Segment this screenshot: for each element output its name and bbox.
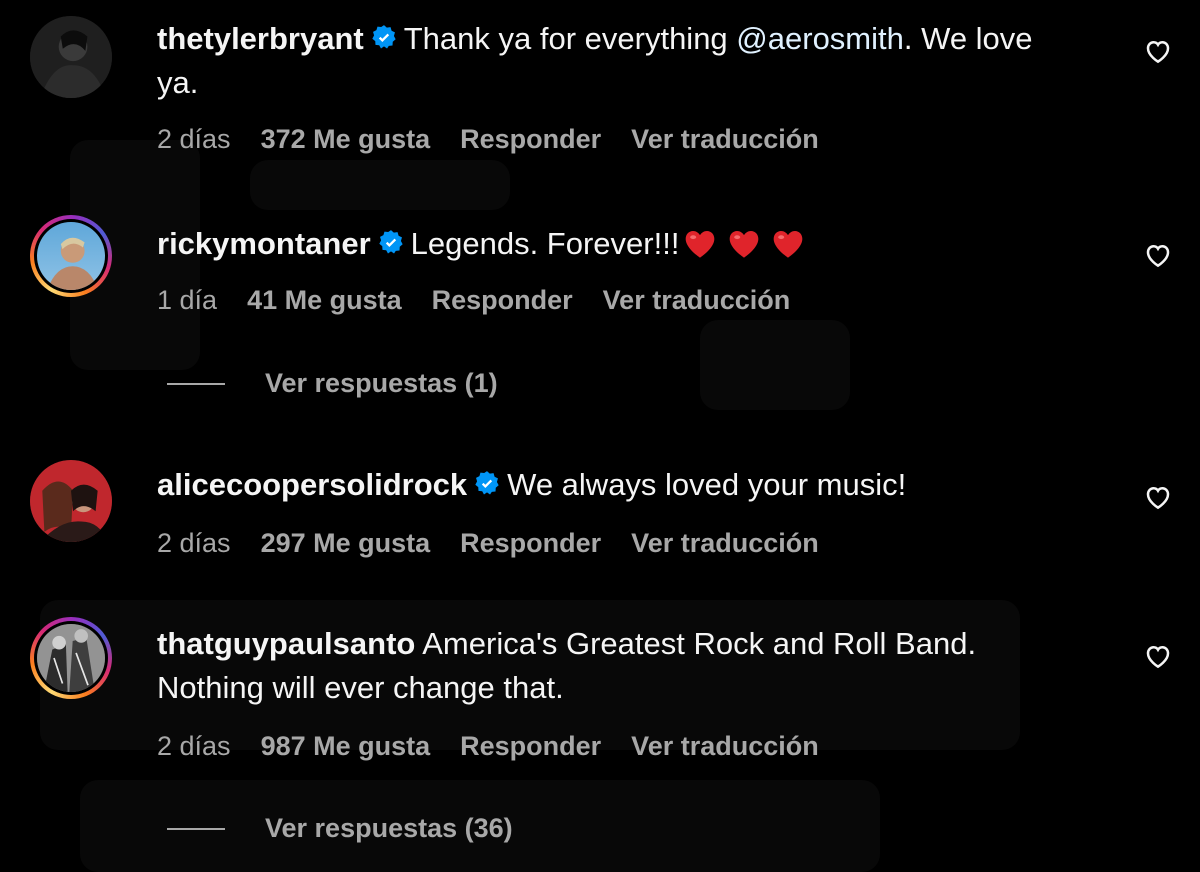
avatar-photo [30,460,112,542]
reply-button[interactable]: Responder [460,124,601,155]
comment-body: Legends. Forever!!! [410,226,680,261]
comment-meta: 2 días 372 Me gusta Responder Ver traduc… [157,124,819,155]
likes-count[interactable]: 297 Me gusta [261,528,431,559]
comment-text: thetylerbryant Thank ya for everything @a… [157,17,1057,105]
heart-outline-icon[interactable] [1143,240,1173,270]
view-replies-label: Ver respuestas (36) [265,813,513,843]
comment-time: 2 días [157,528,231,558]
comment-username[interactable]: thatguypaulsanto [157,626,415,661]
comment-body: Thank ya for everything [403,21,737,56]
avatar-photo [37,624,105,692]
translate-button[interactable]: Ver traducción [631,731,819,762]
replies-divider [167,382,225,385]
comment-username[interactable]: alicecoopersolidrock [157,467,467,502]
view-replies-label: Ver respuestas (1) [265,368,498,398]
comment-meta: 1 día 41 Me gusta Responder Ver traducci… [157,285,790,316]
likes-count[interactable]: 987 Me gusta [261,731,431,762]
replies-divider [167,827,225,830]
red-heart-icon [686,231,715,258]
avatar[interactable] [30,215,112,297]
avatar[interactable] [30,16,112,98]
avatar-photo [37,222,105,290]
verified-badge-icon [372,25,396,49]
likes-count[interactable]: 372 Me gusta [261,124,431,155]
red-heart-icon [774,231,803,258]
reply-button[interactable]: Responder [460,731,601,762]
heart-outline-icon[interactable] [1143,36,1173,66]
comment-body: We always loved your music! [507,467,907,502]
comment-text: thatguypaulsanto America's Greatest Rock… [157,622,1057,710]
comment-meta: 2 días 987 Me gusta Responder Ver traduc… [157,731,819,762]
avatar-photo [30,16,112,98]
comment-meta: 2 días 297 Me gusta Responder Ver traduc… [157,528,819,559]
comment-username[interactable]: thetylerbryant [157,21,364,56]
reply-button[interactable]: Responder [432,285,573,316]
heart-outline-icon[interactable] [1143,482,1173,512]
comment-time: 2 días [157,124,231,154]
background-ghost [250,160,510,210]
background-ghost [700,320,850,410]
comment-time: 2 días [157,731,231,761]
translate-button[interactable]: Ver traducción [603,285,791,316]
reply-button[interactable]: Responder [460,528,601,559]
comment-text: rickymontaner Legends. Forever!!! [157,222,1057,266]
avatar[interactable] [30,460,112,542]
avatar[interactable] [30,617,112,699]
translate-button[interactable]: Ver traducción [631,528,819,559]
heart-outline-icon[interactable] [1143,641,1173,671]
red-heart-icon [730,231,759,258]
comment-time: 1 día [157,285,218,315]
comment-text: alicecoopersolidrock We always loved your… [157,463,1057,507]
likes-count[interactable]: 41 Me gusta [247,285,402,316]
comment-username[interactable]: rickymontaner [157,226,371,261]
verified-badge-icon [378,230,403,254]
translate-button[interactable]: Ver traducción [631,124,819,155]
view-replies-button[interactable]: Ver respuestas (1) [167,368,498,399]
mention-link[interactable]: @aerosmith [736,21,904,56]
verified-badge-icon [475,471,499,495]
view-replies-button[interactable]: Ver respuestas (36) [167,813,513,844]
